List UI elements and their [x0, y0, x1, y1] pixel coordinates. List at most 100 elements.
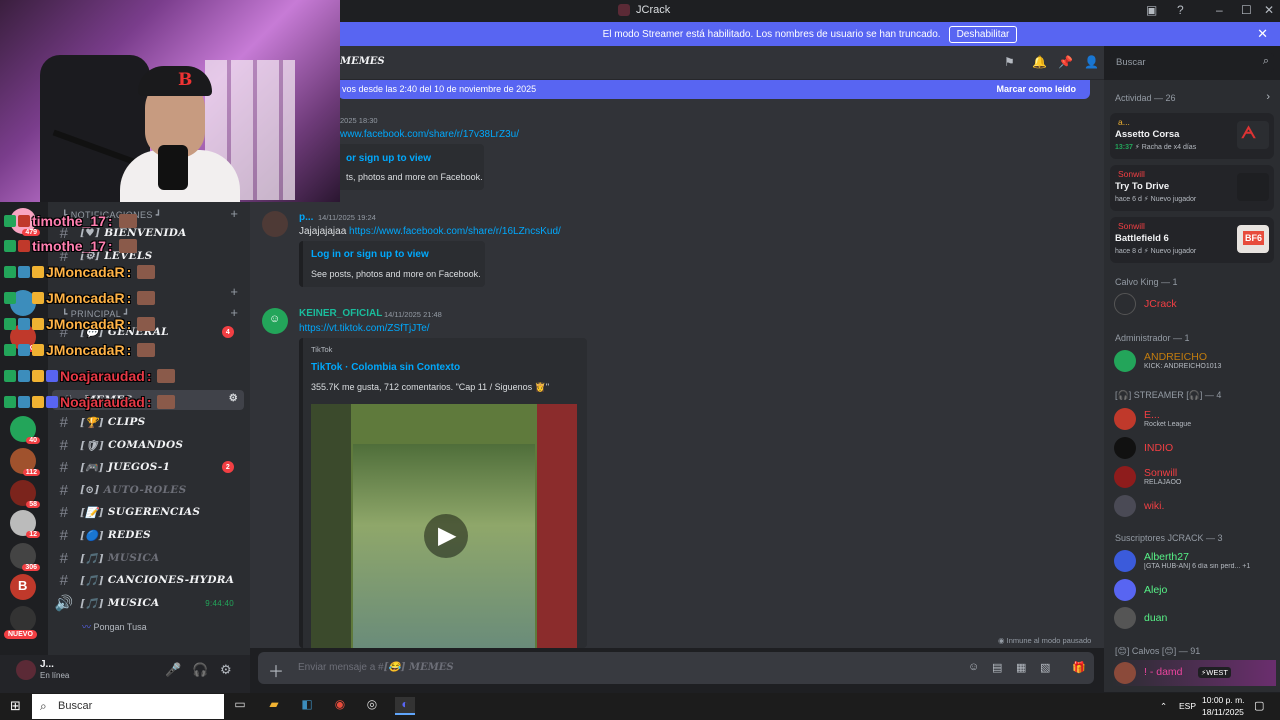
- message-link[interactable]: https://www.facebook.com/share/r/16LZncs…: [349, 226, 561, 237]
- mark-read-button[interactable]: Marcar como leído: [996, 84, 1076, 94]
- embed-title[interactable]: TikTok · Colombia sin Contexto: [311, 362, 460, 373]
- user-settings-icon[interactable]: ⚙: [220, 662, 232, 678]
- member-item[interactable]: Alberth27 [GTA HUB-AN] 6 día sin perd...…: [1112, 548, 1276, 574]
- language-indicator[interactable]: ESP: [1179, 701, 1196, 711]
- user-name[interactable]: J...: [40, 659, 54, 670]
- overlay-username: JMoncadaR: [46, 316, 125, 332]
- threads-icon[interactable]: ⚑: [1004, 55, 1015, 69]
- deafen-icon[interactable]: 🎧: [192, 662, 208, 678]
- emote-icon: [137, 265, 156, 279]
- discord-icon[interactable]: ◐: [395, 697, 415, 715]
- search-input[interactable]: Buscar ⌕: [1110, 53, 1274, 72]
- maximize-button[interactable]: ☐: [1241, 3, 1252, 17]
- bell-icon[interactable]: 🔔: [1032, 55, 1047, 69]
- embed-title[interactable]: Log in or sign up to view: [311, 249, 429, 260]
- settings-icon[interactable]: ⚙: [229, 393, 238, 404]
- member-item[interactable]: JCrack: [1112, 291, 1276, 317]
- taskbar-search[interactable]: ⌕ Buscar: [32, 694, 224, 719]
- member-name: Alejo: [1144, 584, 1168, 596]
- message-link[interactable]: https://vt.tiktok.com/ZSfTjJTe/: [299, 323, 430, 334]
- new-messages-bar[interactable]: vos desde las 2:40 del 10 de noviembre d…: [338, 80, 1090, 99]
- add-channel-icon[interactable]: +: [230, 305, 238, 320]
- app-icon[interactable]: ◎: [362, 697, 382, 715]
- channel-comandos[interactable]: # [🛡] COMANDOS: [48, 435, 244, 455]
- activity-user: a...: [1118, 117, 1130, 127]
- add-channel-icon[interactable]: +: [230, 206, 238, 221]
- close-window-button[interactable]: ✕: [1264, 3, 1274, 17]
- message-text: Jajajajajaa https://www.facebook.com/sha…: [299, 226, 561, 237]
- member-item[interactable]: ANDREICHO KICK: ANDREICHO1013: [1112, 348, 1276, 374]
- apps-icon[interactable]: ☺: [968, 661, 979, 673]
- channel-sugerencias[interactable]: # [📝] SUGERENCIAS: [48, 502, 244, 522]
- windows-start-icon[interactable]: ⊞: [10, 698, 21, 714]
- overlay-username: timothe_17: [32, 238, 106, 254]
- message-author[interactable]: KEINER_OFICIAL: [299, 308, 382, 319]
- message-link[interactable]: www.facebook.com/share/r/17v38LrZ3u/: [340, 129, 519, 140]
- badge-icon: [4, 292, 16, 304]
- activity-meta: 13:37 ⚡ Racha de x4 días: [1115, 144, 1197, 151]
- channel-auto-roles[interactable]: # [⊙] AUTO-ROLES: [48, 480, 244, 500]
- server-icon[interactable]: 306: [10, 543, 40, 571]
- image-icon[interactable]: ▧: [1040, 661, 1050, 674]
- add-attachment-icon[interactable]: ＋: [268, 658, 284, 682]
- avatar[interactable]: [262, 211, 288, 237]
- play-button[interactable]: ▶: [424, 514, 468, 558]
- avatar[interactable]: ☺: [262, 308, 288, 334]
- add-channel-icon[interactable]: +: [230, 284, 238, 299]
- notifications-icon[interactable]: ▢: [1254, 699, 1264, 712]
- member-item[interactable]: INDIO: [1112, 435, 1276, 461]
- channel-redes[interactable]: # [🔵] REDES: [48, 525, 244, 545]
- clock-time[interactable]: 10:00 p. m.: [1202, 695, 1245, 705]
- channel-clips[interactable]: # [🏆] CLIPS: [48, 412, 244, 432]
- outlook-icon[interactable]: ◧: [297, 697, 317, 715]
- pin-icon[interactable]: 📌: [1058, 55, 1073, 69]
- member-item[interactable]: Alejo: [1112, 577, 1276, 603]
- inbox-icon[interactable]: ▣: [1146, 3, 1157, 17]
- tray-chevron-icon[interactable]: ⌃: [1160, 701, 1167, 712]
- voice-channel-musica[interactable]: 🔊 [🎵] MUSICA 9:44:40: [48, 593, 244, 613]
- activity-card[interactable]: a... Assetto Corsa 13:37 ⚡ Racha de x4 d…: [1110, 113, 1274, 159]
- user-avatar[interactable]: [16, 660, 36, 680]
- task-view-icon[interactable]: ▭: [230, 697, 250, 715]
- member-item[interactable]: wiki.: [1112, 493, 1276, 519]
- help-icon[interactable]: ?: [1177, 3, 1184, 17]
- app-icon: [618, 4, 630, 16]
- disable-streamer-button[interactable]: Deshabilitar: [948, 25, 1018, 43]
- chevron-right-icon[interactable]: ›: [1266, 91, 1270, 103]
- message-area[interactable]: vos desde las 2:40 del 10 de noviembre d…: [250, 80, 1104, 648]
- activity-card[interactable]: Sonwill Try To Drive hace 6 d ⚡ Nuevo ju…: [1110, 165, 1274, 211]
- chrome-icon[interactable]: ◉: [330, 697, 350, 715]
- activity-card[interactable]: Sonwill Battlefield 6 hace 8 d ⚡ Nuevo j…: [1110, 217, 1274, 263]
- server-icon[interactable]: [10, 606, 36, 632]
- voice-member[interactable]: 〰 Pongan Tusa: [82, 620, 147, 633]
- role-header: Suscriptores JCRACK — 3: [1115, 533, 1223, 543]
- clock-date[interactable]: 18/11/2025: [1202, 707, 1244, 717]
- server-icon[interactable]: 12: [10, 510, 40, 538]
- embed-title[interactable]: or sign up to view: [346, 153, 431, 164]
- minimize-button[interactable]: –: [1216, 3, 1223, 17]
- member-item[interactable]: E... Rocket League: [1112, 406, 1276, 432]
- video-thumbnail[interactable]: ▶: [311, 404, 577, 648]
- close-banner-icon[interactable]: ✕: [1257, 26, 1268, 42]
- member-item[interactable]: Sonwill RELAJAOO: [1112, 464, 1276, 490]
- members-icon[interactable]: 👤: [1084, 55, 1099, 69]
- server-icon[interactable]: 112: [10, 448, 40, 476]
- member-item[interactable]: duan: [1112, 605, 1276, 631]
- unread-badge: 2: [222, 461, 234, 473]
- gift-icon[interactable]: 🎁: [1072, 661, 1086, 674]
- channel-musica[interactable]: # [🎵] MUSICA: [48, 548, 244, 568]
- file-explorer-icon[interactable]: ▰: [264, 697, 284, 715]
- server-icon[interactable]: 40: [10, 416, 40, 444]
- server-icon[interactable]: 58: [10, 480, 40, 508]
- channel-canciones-hydra[interactable]: # [🎵] CANCIONES-HYDRA: [48, 570, 244, 590]
- badge-icon: [18, 396, 30, 408]
- gif-icon[interactable]: ▤: [992, 661, 1002, 674]
- message-author[interactable]: p...: [299, 212, 313, 223]
- message-composer[interactable]: ＋ Enviar mensaje a #[😂] MEMES ☺ ▤ ▦ ▧ 🎁: [258, 652, 1094, 684]
- mute-mic-icon[interactable]: 🎤: [165, 662, 181, 678]
- server-icon[interactable]: B: [10, 574, 36, 600]
- emote-icon: [157, 369, 176, 383]
- sticker-icon[interactable]: ▦: [1016, 661, 1026, 674]
- channel-juegos[interactable]: # [🎮] JUEGOS-1 2: [48, 457, 244, 477]
- member-item[interactable]: ! - damd ⚡WEST: [1112, 660, 1276, 686]
